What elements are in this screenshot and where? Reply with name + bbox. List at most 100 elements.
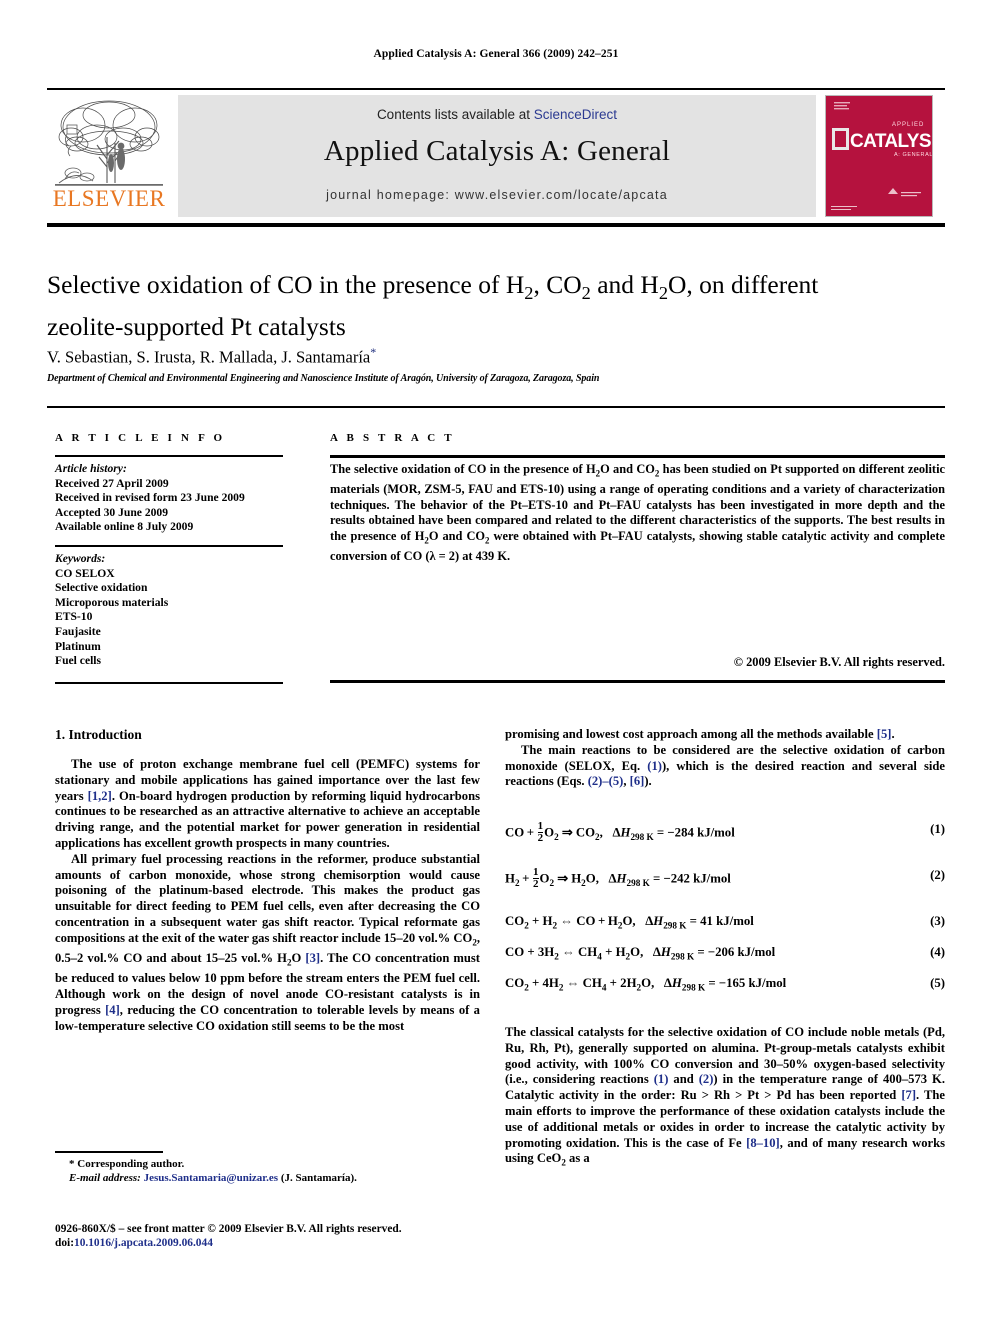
equation-list: CO + 1 2 O2 ⇒ CO2, ΔH298 K = −284 kJ/mol (… <box>505 820 945 1007</box>
equation-ref[interactable]: (1) <box>654 1072 669 1086</box>
abstract-heading: A B S T R A C T <box>330 432 455 444</box>
svg-text:A: GENERAL: A: GENERAL <box>894 152 932 158</box>
abstract-rule-top <box>330 455 945 458</box>
citation-ref[interactable]: [1,2] <box>88 789 112 803</box>
equation-body: H2 + 1 2 O2 ⇒ H2O, ΔH298 K = −242 kJ/mol <box>505 866 731 890</box>
fraction-one-half: 12 <box>537 820 544 844</box>
equation-body: CO2 + 4H2 ⇔ CH4 + 2H2O, ΔH298 K = −165 k… <box>505 976 787 993</box>
doi-link[interactable]: 10.1016/j.apcata.2009.06.044 <box>74 1237 213 1249</box>
keyword-item: CO SELOX <box>55 566 115 580</box>
citation-ref[interactable]: [5] <box>877 727 892 741</box>
fraction-one-half: 12 <box>533 866 539 890</box>
body-column-right-bottom: The classical catalysts for the selectiv… <box>505 1025 945 1172</box>
footnote-marker: * <box>69 1158 75 1170</box>
equation-body: CO + 1 2 O2 ⇒ CO2, ΔH298 K = −284 kJ/mol <box>505 820 735 844</box>
header-bottom-rule <box>47 223 945 227</box>
front-matter-line: 0926-860X/$ – see front matter © 2009 El… <box>55 1223 402 1235</box>
elsevier-logo: ELSEVIER <box>47 95 171 217</box>
history-item: Accepted 30 June 2009 <box>55 505 169 519</box>
body-column-right-top: promising and lowest cost approach among… <box>505 727 945 790</box>
email-owner: (J. Santamaría). <box>280 1172 357 1184</box>
email-note: E-mail address: Jesus.Santamaria@unizar.… <box>55 1171 480 1185</box>
paragraph: The main reactions to be considered are … <box>505 742 945 789</box>
equation-body: CO + 3H2 ⇔ CH4 + H2O, ΔH298 K = −206 kJ/… <box>505 945 776 962</box>
keyword-item: Faujasite <box>55 624 101 638</box>
header-top-rule <box>47 88 945 90</box>
article-info-rule-bottom <box>55 682 283 684</box>
keyword-item: Platinum <box>55 639 101 653</box>
abstract-rule-bottom <box>330 680 945 684</box>
equation-row: CO + 1 2 O2 ⇒ CO2, ΔH298 K = −284 kJ/mol (… <box>505 820 945 852</box>
email-address-link[interactable]: Jesus.Santamaria@unizar.es <box>144 1172 279 1184</box>
footnote-rule <box>55 1151 163 1153</box>
journal-title: Applied Catalysis A: General <box>323 135 671 167</box>
citation-ref[interactable]: [4] <box>105 1003 120 1017</box>
corresponding-author-marker: * <box>370 345 377 359</box>
affiliation-rule <box>47 406 945 408</box>
contents-prefix: Contents lists available at <box>376 107 534 122</box>
citation-ref[interactable]: [6] <box>630 774 645 788</box>
abstract-copyright: © 2009 Elsevier B.V. All rights reserved… <box>733 655 945 669</box>
section-heading-introduction: 1. Introduction <box>55 727 142 742</box>
paragraph: The classical catalysts for the selectiv… <box>505 1025 946 1168</box>
sciencedirect-link[interactable]: ScienceDirect <box>534 107 617 122</box>
footnote-block: * Corresponding author. E-mail address: … <box>55 1157 480 1185</box>
authors-text: V. Sebastian, S. Irusta, R. Mallada, J. … <box>47 347 371 367</box>
equation-ref[interactable]: (2)–(5) <box>588 774 624 788</box>
elsevier-rule <box>55 184 163 185</box>
equation-row: H2 + 1 2 O2 ⇒ H2O, ΔH298 K = −242 kJ/mol (… <box>505 866 945 898</box>
citation-ref[interactable]: [7] <box>901 1088 916 1102</box>
citation-ref[interactable]: [3] <box>305 951 320 965</box>
journal-homepage-line[interactable]: journal homepage: www.elsevier.com/locat… <box>178 188 816 202</box>
article-page: Applied Catalysis A: General 366 (2009) … <box>0 0 992 1323</box>
equation-row: CO + 3H2 ⇔ CH4 + H2O, ΔH298 K = −206 kJ/… <box>505 945 945 963</box>
article-history-label: Article history: <box>55 462 127 475</box>
running-head: Applied Catalysis A: General 366 (2009) … <box>373 48 619 60</box>
article-info-rule-top <box>55 455 283 457</box>
abstract-text: The selective oxidation of CO in the pre… <box>330 462 946 563</box>
body-column-left: 1. Introduction The use of proton exchan… <box>55 727 480 1035</box>
article-history: Article history: Received 27 April 2009 … <box>55 462 295 535</box>
keywords-label: Keywords: <box>55 552 106 565</box>
elsevier-tree-icon <box>55 100 163 186</box>
journal-cover-art: CATALYSIS APPLIED A: GENERAL <box>826 96 932 216</box>
journal-header-band: ELSEVIER Contents lists available at Sci… <box>47 95 945 217</box>
corresponding-author-note: * Corresponding author. <box>55 1157 480 1171</box>
equation-ref[interactable]: (1) <box>647 759 662 773</box>
history-item: Available online 8 July 2009 <box>55 520 194 534</box>
equation-number: (4) <box>930 945 945 959</box>
equation-row: CO2 + H2 ⇔ CO + H2O, ΔH298 K = 41 kJ/mol… <box>505 914 945 932</box>
svg-text:CATALYSIS: CATALYSIS <box>850 131 932 152</box>
affiliation: Department of Chemical and Environmental… <box>47 373 600 384</box>
paragraph: promising and lowest cost approach among… <box>505 727 895 741</box>
paragraph: All primary fuel processing reactions in… <box>55 851 481 1033</box>
equation-ref[interactable]: (2) <box>699 1072 714 1086</box>
article-info-heading: A R T I C L E I N F O <box>55 432 226 444</box>
footnote-corresponding-text: Corresponding author. <box>77 1158 185 1170</box>
citation-ref[interactable]: [8–10] <box>746 1136 780 1150</box>
equation-number: (3) <box>930 914 945 928</box>
journal-info-box: Contents lists available at ScienceDirec… <box>178 95 816 217</box>
equation-number: (2) <box>930 868 945 882</box>
keywords-block: Keywords: CO SELOX Selective oxidation M… <box>55 552 295 669</box>
keyword-item: Selective oxidation <box>55 581 148 595</box>
doi-line: doi:10.1016/j.apcata.2009.06.044 <box>55 1236 525 1250</box>
email-label: E-mail address: <box>69 1172 141 1184</box>
svg-text:APPLIED: APPLIED <box>892 122 924 128</box>
equation-body: CO2 + H2 ⇔ CO + H2O, ΔH298 K = 41 kJ/mol <box>505 914 754 931</box>
author-list: V. Sebastian, S. Irusta, R. Mallada, J. … <box>47 345 877 368</box>
equation-number: (1) <box>930 822 945 836</box>
imprint-block: 0926-860X/$ – see front matter © 2009 El… <box>55 1222 525 1251</box>
article-info-rule-middle <box>55 545 283 547</box>
keyword-item: ETS-10 <box>55 610 93 624</box>
history-item: Received 27 April 2009 <box>55 476 169 490</box>
keyword-item: Microporous materials <box>55 595 169 609</box>
contents-lists-line: Contents lists available at ScienceDirec… <box>178 107 816 122</box>
paragraph: The use of proton exchange membrane fuel… <box>55 757 480 850</box>
journal-cover-thumbnail[interactable]: CATALYSIS APPLIED A: GENERAL <box>825 95 933 217</box>
doi-label: doi: <box>55 1237 74 1250</box>
keyword-item: Fuel cells <box>55 654 102 668</box>
elsevier-wordmark: ELSEVIER <box>52 186 166 211</box>
page-title: Selective oxidation of CO in the presenc… <box>47 270 819 342</box>
equation-row: CO2 + 4H2 ⇔ CH4 + 2H2O, ΔH298 K = −165 k… <box>505 976 945 994</box>
